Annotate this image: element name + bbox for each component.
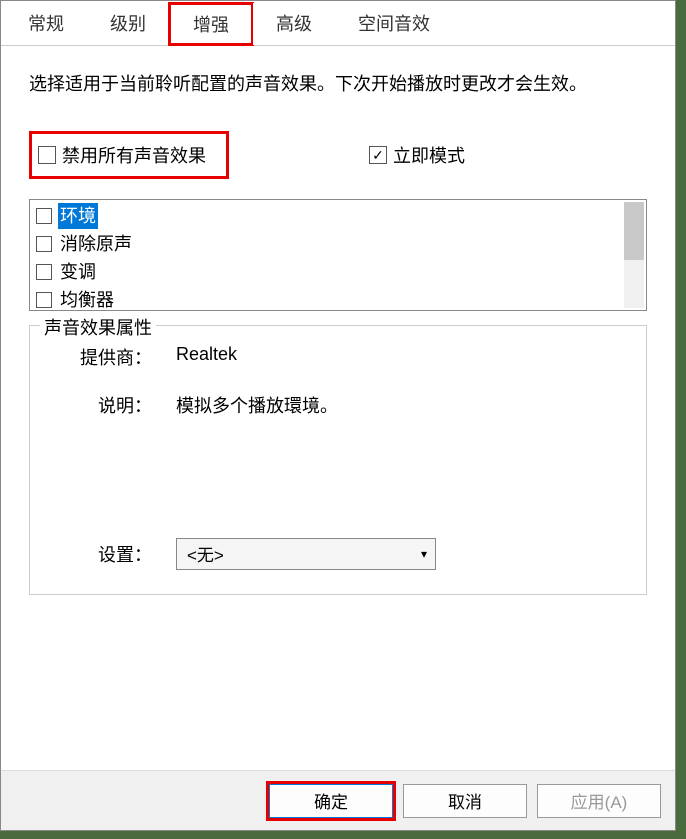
settings-label: 设置： bbox=[46, 541, 176, 567]
checkbox-icon[interactable] bbox=[36, 208, 52, 224]
effect-label: 变调 bbox=[58, 259, 98, 285]
checkbox-icon[interactable] bbox=[36, 292, 52, 308]
cancel-button[interactable]: 取消 bbox=[403, 784, 527, 818]
list-item[interactable]: 消除原声 bbox=[34, 230, 642, 258]
scrollbar[interactable] bbox=[624, 202, 644, 308]
description-value: 模拟多个播放環境。 bbox=[176, 392, 338, 418]
effect-label: 环境 bbox=[58, 203, 98, 229]
tab-content: 选择适用于当前聆听配置的声音效果。下次开始播放时更改才会生效。 禁用所有声音效果… bbox=[1, 46, 675, 619]
effect-label: 消除原声 bbox=[58, 231, 134, 257]
tab-spatial[interactable]: 空间音效 bbox=[335, 3, 453, 45]
list-item[interactable]: 均衡器 bbox=[34, 286, 642, 314]
disable-all-label: 禁用所有声音效果 bbox=[62, 142, 206, 168]
tab-general[interactable]: 常规 bbox=[5, 3, 87, 45]
apply-button[interactable]: 应用(A) bbox=[537, 784, 661, 818]
checkbox-icon bbox=[369, 146, 387, 164]
tab-enhance[interactable]: 增强 bbox=[168, 2, 254, 46]
checkbox-icon[interactable] bbox=[36, 236, 52, 252]
tab-levels[interactable]: 级别 bbox=[87, 3, 169, 45]
description-label: 说明： bbox=[46, 392, 176, 418]
button-bar: 确定 取消 应用(A) bbox=[1, 770, 675, 830]
effect-label: 均衡器 bbox=[58, 287, 116, 313]
list-item[interactable]: 环境 bbox=[34, 202, 642, 230]
dropdown-value: <无> bbox=[187, 541, 224, 566]
settings-dropdown[interactable]: <无> ▾ bbox=[176, 538, 436, 570]
list-item[interactable]: 变调 bbox=[34, 258, 642, 286]
checkbox-icon bbox=[38, 146, 56, 164]
checkbox-icon[interactable] bbox=[36, 264, 52, 280]
provider-label: 提供商： bbox=[46, 344, 176, 370]
immediate-mode-checkbox[interactable]: 立即模式 bbox=[369, 142, 465, 168]
tab-advanced[interactable]: 高级 bbox=[253, 3, 335, 45]
provider-value: Realtek bbox=[176, 344, 237, 370]
disable-all-effects-checkbox[interactable]: 禁用所有声音效果 bbox=[29, 131, 229, 179]
chevron-down-icon: ▾ bbox=[421, 547, 427, 561]
scrollbar-thumb[interactable] bbox=[624, 202, 644, 260]
description-text: 选择适用于当前聆听配置的声音效果。下次开始播放时更改才会生效。 bbox=[29, 70, 589, 99]
sound-properties-dialog: 常规 级别 增强 高级 空间音效 选择适用于当前聆听配置的声音效果。下次开始播放… bbox=[0, 0, 676, 831]
effects-listbox[interactable]: 环境 消除原声 变调 均衡器 bbox=[29, 199, 647, 311]
ok-button[interactable]: 确定 bbox=[269, 784, 393, 818]
immediate-mode-label: 立即模式 bbox=[393, 142, 465, 168]
properties-groupbox: 声音效果属性 提供商： Realtek 说明： 模拟多个播放環境。 设置： <无… bbox=[29, 325, 647, 595]
groupbox-title: 声音效果属性 bbox=[40, 314, 156, 340]
checkbox-row: 禁用所有声音效果 立即模式 bbox=[29, 131, 647, 179]
tab-strip: 常规 级别 增强 高级 空间音效 bbox=[1, 1, 675, 46]
